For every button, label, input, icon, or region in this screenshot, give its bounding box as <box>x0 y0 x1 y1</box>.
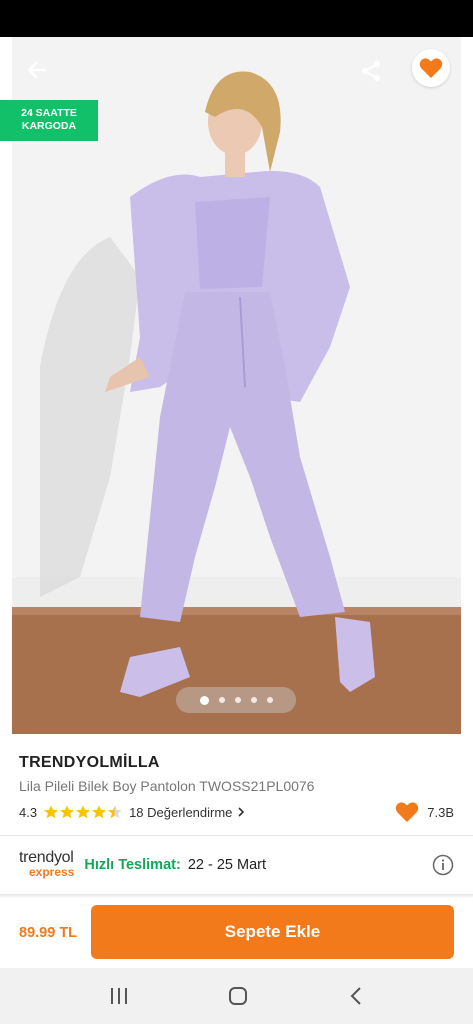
rating-value: 4.3 <box>19 804 38 820</box>
favorite-button[interactable] <box>412 49 450 87</box>
status-bar <box>0 0 473 37</box>
product-image-gallery[interactable]: 24 SAATTE KARGODA <box>0 37 473 734</box>
system-navigation-bar <box>0 968 473 1024</box>
star-icon <box>92 805 107 819</box>
rating-row: 4.3 18 Değerlendirme 7.3B <box>19 801 454 823</box>
star-icon <box>76 805 91 819</box>
delivery-estimate: Hızlı Teslimat: 22 - 25 Mart <box>84 857 266 873</box>
favorite-count-value: 7.3B <box>427 804 454 820</box>
product-photo <box>0 37 473 734</box>
product-title: Lila Pileli Bilek Boy Pantolon TWOSS21PL… <box>19 778 315 794</box>
back-arrow-icon <box>27 61 47 79</box>
delivery-dates: 22 - 25 Mart <box>187 857 266 873</box>
brand-name[interactable]: TRENDYOLMİLLA <box>19 754 454 772</box>
star-icon <box>44 805 59 819</box>
page-dot[interactable] <box>199 695 209 705</box>
back-icon[interactable] <box>348 986 364 1006</box>
star-half-icon <box>108 805 123 819</box>
review-count-link[interactable]: 18 Değerlendirme <box>129 805 232 820</box>
home-icon[interactable] <box>227 985 249 1007</box>
page-dot[interactable] <box>234 697 241 703</box>
page-dot[interactable] <box>218 697 225 703</box>
trendyol-express-logo: trendyol express <box>19 849 75 880</box>
heart-icon <box>419 58 443 78</box>
gallery-pagination[interactable] <box>176 687 296 713</box>
chevron-right-icon <box>238 807 245 817</box>
rating-stars <box>43 804 123 820</box>
favorite-count[interactable]: 7.3B <box>395 801 454 823</box>
share-icon <box>361 60 381 82</box>
badge-line-1: 24 SAATTE <box>21 107 77 119</box>
back-button[interactable] <box>20 53 54 87</box>
share-button[interactable] <box>353 53 389 89</box>
purchase-bar: 89.99 TL Sepete Ekle <box>0 898 473 968</box>
star-icon <box>60 805 75 819</box>
info-icon[interactable] <box>432 854 454 876</box>
page-dot[interactable] <box>266 697 273 703</box>
delivery-info: trendyol express Hızlı Teslimat: 22 - 25… <box>0 836 473 894</box>
fast-shipping-badge: 24 SAATTE KARGODA <box>0 100 98 141</box>
product-info: TRENDYOLMİLLA Lila Pileli Bilek Boy Pant… <box>0 734 473 835</box>
logo-top: trendyol <box>19 849 74 866</box>
badge-line-2: KARGODA <box>21 120 77 132</box>
page-dot[interactable] <box>250 697 257 703</box>
add-to-cart-button[interactable]: Sepete Ekle <box>91 905 454 959</box>
heart-icon <box>396 802 419 822</box>
delivery-label: Hızlı Teslimat: <box>84 857 181 873</box>
product-price: 89.99 TL <box>19 925 78 941</box>
recent-apps-icon[interactable] <box>109 987 129 1005</box>
logo-bottom: express <box>29 865 75 879</box>
